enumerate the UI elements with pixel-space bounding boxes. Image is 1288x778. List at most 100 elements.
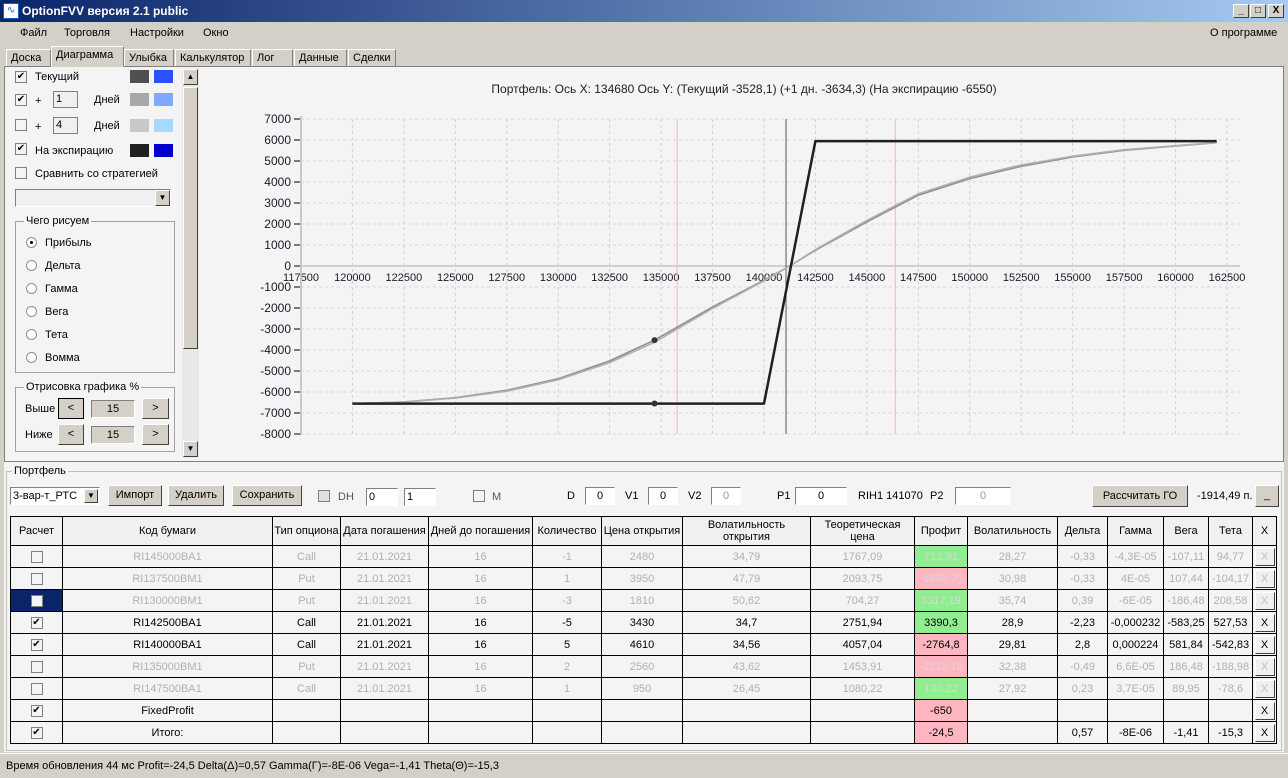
- column-header[interactable]: Волатильность: [967, 516, 1058, 546]
- open-volatility-cell: 47,79: [682, 567, 811, 590]
- remove-row-button[interactable]: X: [1254, 635, 1275, 654]
- remove-row-button[interactable]: X: [1254, 613, 1275, 632]
- column-header[interactable]: Гамма: [1107, 516, 1164, 546]
- expiry-date-cell: [340, 721, 429, 744]
- column-header[interactable]: Количество: [532, 516, 602, 546]
- table-row[interactable]: ✔ FixedProfit -650 X: [10, 699, 1277, 722]
- calc-cell[interactable]: ✔: [10, 611, 63, 634]
- open-volatility-cell: 50,62: [682, 589, 811, 612]
- table-row[interactable]: RI145000BA1 Call 21.01.2021 16 -1 2480 34,79 17…: [10, 545, 1277, 568]
- remove-row-button[interactable]: X: [1254, 723, 1275, 742]
- calc-cell[interactable]: [10, 589, 63, 612]
- remove-row-button[interactable]: X: [1254, 701, 1275, 720]
- status-bar: Время обновления 44 мс Profit=-24,5 Delt…: [0, 753, 1288, 778]
- remove-row-button[interactable]: X: [1254, 657, 1275, 676]
- m-checkbox[interactable]: [473, 490, 485, 502]
- save-button[interactable]: Сохранить: [232, 485, 302, 506]
- calc-cell[interactable]: ✔: [10, 721, 63, 744]
- p2-input[interactable]: 0: [955, 487, 1011, 505]
- column-header[interactable]: X: [1252, 516, 1277, 546]
- table-row[interactable]: RI137500BM1 Put 21.01.2021 16 1 3950 47,79 2093…: [10, 567, 1277, 590]
- go-extra-button[interactable]: _: [1255, 485, 1279, 507]
- expiry-date-cell: [340, 699, 429, 722]
- y-tick-label: 7000: [264, 112, 291, 126]
- y-tick-label: -6000: [260, 385, 291, 399]
- table-row[interactable]: RI135000BM1 Put 21.01.2021 16 2 2560 43,62 1453…: [10, 655, 1277, 678]
- dh-spinner-1[interactable]: 0: [366, 488, 398, 506]
- p1-input[interactable]: 0: [795, 487, 847, 505]
- v2-input[interactable]: 0: [711, 487, 741, 505]
- theta-cell: -542,83: [1208, 633, 1253, 656]
- v1-input[interactable]: 0: [648, 487, 678, 505]
- calc-cell[interactable]: [10, 567, 63, 590]
- calc-cell[interactable]: [10, 677, 63, 700]
- calc-checkbox[interactable]: [30, 550, 43, 563]
- security-code-cell: RI135000BM1: [62, 655, 273, 678]
- days-to-expiry-cell: 16: [428, 633, 533, 656]
- table-row[interactable]: RI147500BA1 Call 21.01.2021 16 1 950 26,45 1080…: [10, 677, 1277, 700]
- column-header[interactable]: Код бумаги: [62, 516, 273, 546]
- remove-cell: X: [1252, 633, 1277, 656]
- remove-cell: X: [1252, 545, 1277, 568]
- remove-row-button[interactable]: X: [1254, 547, 1275, 566]
- calc-checkbox[interactable]: ✔: [30, 726, 43, 739]
- v2-label: V2: [688, 490, 702, 502]
- calc-checkbox[interactable]: ✔: [30, 616, 43, 629]
- delete-button[interactable]: Удалить: [168, 485, 224, 506]
- import-button[interactable]: Импорт: [108, 485, 162, 506]
- column-header[interactable]: Дельта: [1057, 516, 1108, 546]
- delta-cell: 0,23: [1057, 677, 1108, 700]
- remove-row-button[interactable]: X: [1254, 679, 1275, 698]
- remove-cell: X: [1252, 677, 1277, 700]
- table-row[interactable]: ✔ RI140000BA1 Call 21.01.2021 16 5 4610 34,56 40…: [10, 633, 1277, 656]
- column-header[interactable]: Профит: [914, 516, 968, 546]
- calc-checkbox[interactable]: [30, 682, 43, 695]
- quantity-cell: -1: [532, 545, 602, 568]
- remove-row-button[interactable]: X: [1254, 591, 1275, 610]
- y-tick-label: 0: [284, 259, 291, 273]
- profit-chart: 1175001200001225001250001275001300001325…: [260, 112, 1245, 441]
- column-header[interactable]: Волатильность открытия: [682, 516, 811, 546]
- remove-row-button[interactable]: X: [1254, 569, 1275, 588]
- column-header[interactable]: Тип опциона: [272, 516, 341, 546]
- column-header[interactable]: Тета: [1208, 516, 1253, 546]
- vega-cell: -1,41: [1163, 721, 1209, 744]
- open-volatility-cell: 34,79: [682, 545, 811, 568]
- dh-checkbox[interactable]: [318, 490, 330, 502]
- d-input[interactable]: 0: [585, 487, 615, 505]
- column-header[interactable]: Дней до погашения: [428, 516, 533, 546]
- tab-diagram[interactable]: Диаграмма: [51, 46, 124, 67]
- calc-cell[interactable]: ✔: [10, 633, 63, 656]
- chevron-down-icon[interactable]: ▼: [84, 489, 98, 503]
- expiry-date-cell: 21.01.2021: [340, 677, 429, 700]
- column-header[interactable]: Цена открытия: [601, 516, 683, 546]
- column-header[interactable]: Расчет: [10, 516, 63, 546]
- calc-cell[interactable]: [10, 545, 63, 568]
- remove-cell: X: [1252, 589, 1277, 612]
- y-tick-label: 3000: [264, 196, 291, 210]
- column-header[interactable]: Дата погашения: [340, 516, 429, 546]
- delta-cell: [1057, 699, 1108, 722]
- table-row[interactable]: ✔ RI142500BA1 Call 21.01.2021 16 -5 3430 34,7 27…: [10, 611, 1277, 634]
- calc-checkbox[interactable]: [30, 594, 43, 607]
- profit-cell: -24,5: [914, 721, 968, 744]
- calc-cell[interactable]: [10, 655, 63, 678]
- quantity-cell: 2: [532, 655, 602, 678]
- profit-cell: -650: [914, 699, 968, 722]
- profit-cell: 3390,3: [914, 611, 968, 634]
- theta-cell: -78,6: [1208, 677, 1253, 700]
- calculate-go-button[interactable]: Рассчитать ГО: [1092, 485, 1188, 507]
- dh-spinner-2[interactable]: 1: [404, 488, 436, 506]
- cursor-marker: [651, 400, 658, 407]
- table-row[interactable]: RI130000BM1 Put 21.01.2021 16 -3 1810 50,62 704…: [10, 589, 1277, 612]
- calc-checkbox[interactable]: [30, 572, 43, 585]
- calc-checkbox[interactable]: ✔: [30, 638, 43, 651]
- column-header[interactable]: Теоретическая цена: [810, 516, 915, 546]
- x-tick-label: 125000: [437, 272, 474, 284]
- calc-checkbox[interactable]: [30, 660, 43, 673]
- x-tick-label: 152500: [1003, 272, 1040, 284]
- column-header[interactable]: Вега: [1163, 516, 1209, 546]
- calc-cell[interactable]: ✔: [10, 699, 63, 722]
- table-row[interactable]: ✔ Итого: -24,5 0,57 -8E-06 -1,41 -15,3 X: [10, 721, 1277, 744]
- calc-checkbox[interactable]: ✔: [30, 704, 43, 717]
